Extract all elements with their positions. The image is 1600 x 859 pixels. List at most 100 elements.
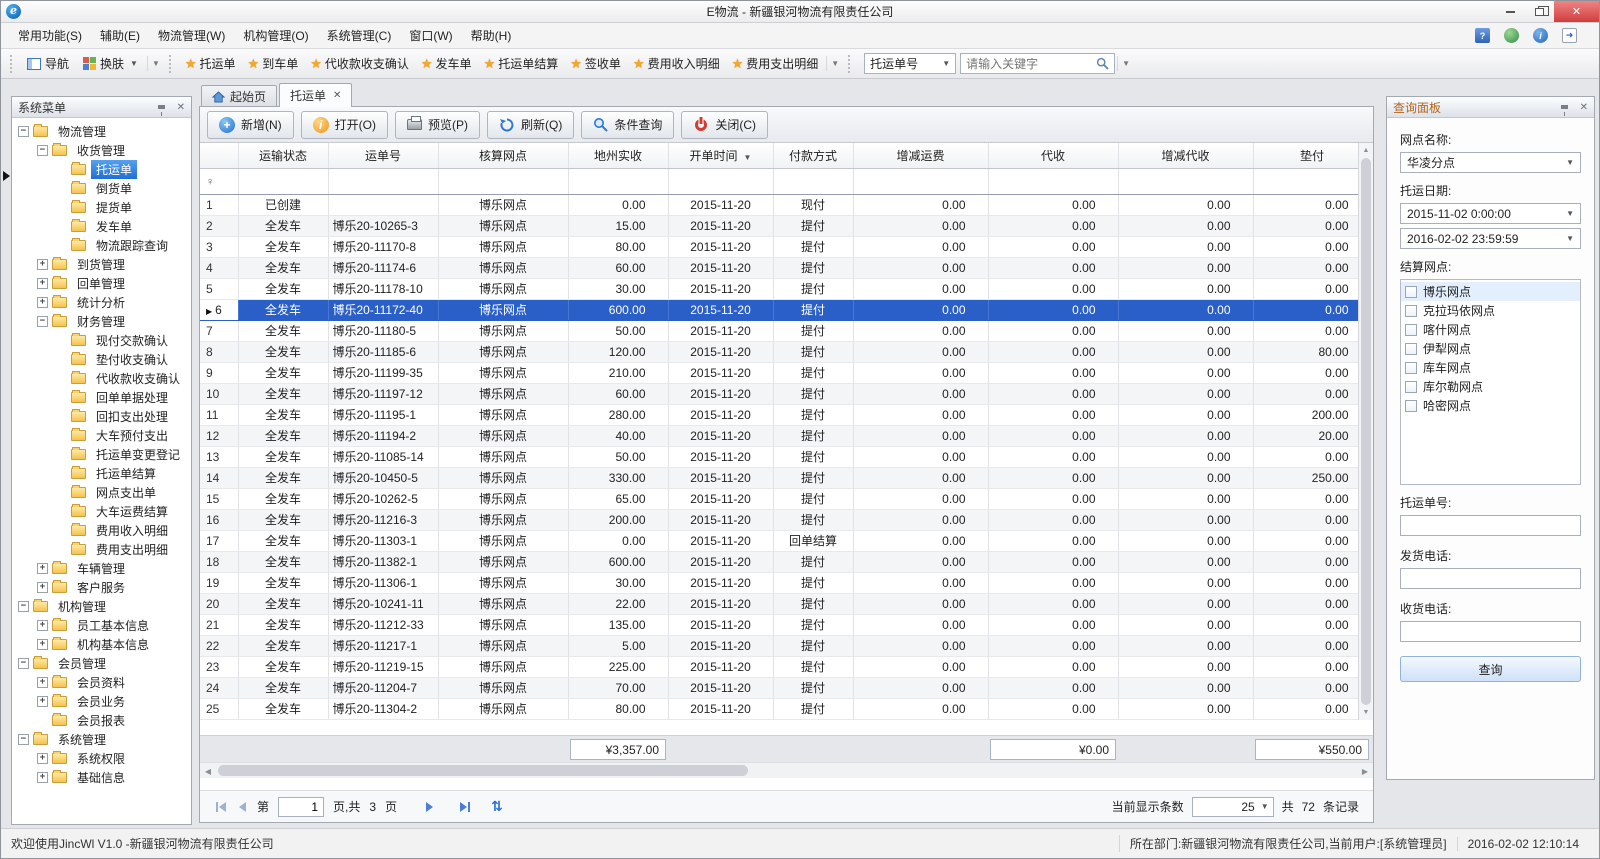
filter-cell[interactable]: [328, 168, 438, 194]
tree-item[interactable]: +会员资料: [12, 673, 191, 692]
tree-item[interactable]: +系统权限: [12, 749, 191, 768]
table-row[interactable]: 16全发车博乐20-11216-3博乐网点200.002015-11-20提付0…: [200, 509, 1358, 530]
table-row[interactable]: 11全发车博乐20-11195-1博乐网点280.002015-11-20提付0…: [200, 404, 1358, 425]
filter-cell[interactable]: [988, 168, 1118, 194]
tree-item[interactable]: +基础信息: [12, 768, 191, 787]
table-row[interactable]: 24全发车博乐20-11204-7博乐网点70.002015-11-20提付0.…: [200, 677, 1358, 698]
last-page-button[interactable]: [458, 800, 472, 814]
settle-option[interactable]: 哈密网点: [1401, 396, 1580, 415]
keyword-search-input[interactable]: [966, 57, 1086, 71]
filter-cell[interactable]: [438, 168, 568, 194]
tree-item[interactable]: 代收款收支确认: [12, 369, 191, 388]
checkbox-icon[interactable]: [1405, 324, 1417, 336]
table-row[interactable]: 13全发车博乐20-11085-14博乐网点50.002015-11-20提付0…: [200, 446, 1358, 467]
close-tab-button[interactable]: 关闭(C): [681, 111, 768, 139]
navigate-button[interactable]: 导航: [20, 52, 76, 75]
table-row[interactable]: ▶6全发车博乐20-11172-40博乐网点600.002015-11-20提付…: [200, 299, 1358, 320]
column-header[interactable]: 运单号: [328, 143, 438, 168]
info-icon[interactable]: i: [1533, 28, 1548, 43]
table-row[interactable]: 23全发车博乐20-11219-15博乐网点225.002015-11-20提付…: [200, 656, 1358, 677]
tree-item[interactable]: 提货单: [12, 198, 191, 217]
tree-item[interactable]: 托运单: [12, 160, 191, 179]
tree-expander-icon[interactable]: −: [37, 145, 48, 156]
settle-option[interactable]: 博乐网点: [1401, 282, 1580, 301]
table-row[interactable]: 20全发车博乐20-10241-11博乐网点22.002015-11-20提付0…: [200, 593, 1358, 614]
new-button[interactable]: + 新增(N): [207, 111, 294, 139]
tree-item[interactable]: −物流管理: [12, 122, 191, 141]
date-from-select[interactable]: 2015-11-02 0:00:00 ▼: [1400, 203, 1581, 224]
favorite-item[interactable]: 发车单: [415, 52, 478, 75]
column-header[interactable]: 核算网点: [438, 143, 568, 168]
tree-item[interactable]: 托运单变更登记: [12, 445, 191, 464]
table-row[interactable]: 3全发车博乐20-11170-8博乐网点80.002015-11-20提付0.0…: [200, 236, 1358, 257]
pin-icon[interactable]: [1561, 105, 1568, 109]
tree-item[interactable]: 现付交款确认: [12, 331, 191, 350]
tree-expander-icon[interactable]: −: [18, 126, 29, 137]
tree-expander-icon[interactable]: +: [37, 297, 48, 308]
search-overflow-button[interactable]: ▼: [1117, 56, 1134, 71]
tree-item[interactable]: −财务管理: [12, 312, 191, 331]
tree-item[interactable]: −收货管理: [12, 141, 191, 160]
column-header[interactable]: 开单时间▼: [668, 143, 773, 168]
settle-option[interactable]: 伊犁网点: [1401, 339, 1580, 358]
keyword-search-box[interactable]: [960, 53, 1115, 74]
favorite-item[interactable]: 签收单: [564, 52, 627, 75]
vertical-scrollbar[interactable]: ▲ ▼: [1358, 143, 1373, 720]
column-header[interactable]: 垫付: [1253, 143, 1358, 168]
filter-query-button[interactable]: 条件查询: [581, 111, 674, 139]
tree-item[interactable]: −机构管理: [12, 597, 191, 616]
tree-item[interactable]: 会员报表: [12, 711, 191, 730]
favorite-item[interactable]: 托运单: [179, 52, 242, 75]
scroll-left-icon[interactable]: ◀: [200, 763, 216, 779]
table-row[interactable]: 4全发车博乐20-11174-6博乐网点60.002015-11-20提付0.0…: [200, 257, 1358, 278]
table-row[interactable]: 7全发车博乐20-11180-5博乐网点50.002015-11-20提付0.0…: [200, 320, 1358, 341]
table-row[interactable]: 10全发车博乐20-11197-12博乐网点60.002015-11-20提付0…: [200, 383, 1358, 404]
column-header[interactable]: 增减代收: [1118, 143, 1253, 168]
menu-item[interactable]: 机构管理(O): [234, 23, 317, 48]
preview-button[interactable]: 预览(P): [395, 111, 480, 139]
receiver-phone-input[interactable]: [1400, 621, 1581, 642]
settle-option[interactable]: 库车网点: [1401, 358, 1580, 377]
pin-icon[interactable]: [158, 105, 165, 109]
table-row[interactable]: 9全发车博乐20-11199-35博乐网点210.002015-11-20提付0…: [200, 362, 1358, 383]
table-row[interactable]: 5全发车博乐20-11178-10博乐网点30.002015-11-20提付0.…: [200, 278, 1358, 299]
tree-expander-icon[interactable]: +: [37, 620, 48, 631]
site-name-select[interactable]: 华凌分点 ▼: [1400, 152, 1581, 173]
help-book-icon[interactable]: ?: [1475, 28, 1490, 43]
checkbox-icon[interactable]: [1405, 286, 1417, 298]
menu-item[interactable]: 窗口(W): [400, 23, 461, 48]
reload-data-icon[interactable]: ⇅: [491, 798, 503, 815]
filter-cell[interactable]: [853, 168, 988, 194]
tab-waybill[interactable]: 托运单 ✕: [279, 83, 352, 107]
table-row[interactable]: 19全发车博乐20-11306-1博乐网点30.002015-11-20提付0.…: [200, 572, 1358, 593]
table-row[interactable]: 21全发车博乐20-11212-33博乐网点135.002015-11-20提付…: [200, 614, 1358, 635]
tree-expander-icon[interactable]: −: [18, 601, 29, 612]
tree-item[interactable]: −会员管理: [12, 654, 191, 673]
favorite-item[interactable]: 代收款收支确认: [304, 52, 415, 75]
tab-home[interactable]: 起始页: [201, 85, 277, 107]
filter-cell[interactable]: [1253, 168, 1358, 194]
page-size-select[interactable]: 25 ▼: [1192, 797, 1274, 817]
filter-cell[interactable]: [773, 168, 853, 194]
filter-cell[interactable]: [1118, 168, 1253, 194]
favorite-item[interactable]: 托运单结算: [478, 52, 565, 75]
skin-button[interactable]: 换肤 ▼: [76, 52, 145, 75]
column-header[interactable]: 地州实收: [568, 143, 668, 168]
checkbox-icon[interactable]: [1405, 362, 1417, 374]
tree-item[interactable]: 垫付收支确认: [12, 350, 191, 369]
next-page-button[interactable]: [424, 800, 435, 814]
tree-item[interactable]: 费用收入明细: [12, 521, 191, 540]
horizontal-scrollbar[interactable]: ◀ ▶: [200, 762, 1373, 778]
tree-item[interactable]: +统计分析: [12, 293, 191, 312]
tree-item[interactable]: 大车预付支出: [12, 426, 191, 445]
tree-item[interactable]: +车辆管理: [12, 559, 191, 578]
toolbar-overflow-button[interactable]: ▼: [147, 56, 164, 71]
tree-expander-icon[interactable]: +: [37, 639, 48, 650]
tree-expander-icon[interactable]: +: [37, 278, 48, 289]
search-icon[interactable]: [1096, 57, 1109, 70]
tree-expander-icon[interactable]: −: [18, 658, 29, 669]
scroll-right-icon[interactable]: ▶: [1357, 763, 1373, 779]
tree-item[interactable]: +会员业务: [12, 692, 191, 711]
tree-expander-icon[interactable]: +: [37, 753, 48, 764]
tree-expander-icon[interactable]: +: [37, 259, 48, 270]
